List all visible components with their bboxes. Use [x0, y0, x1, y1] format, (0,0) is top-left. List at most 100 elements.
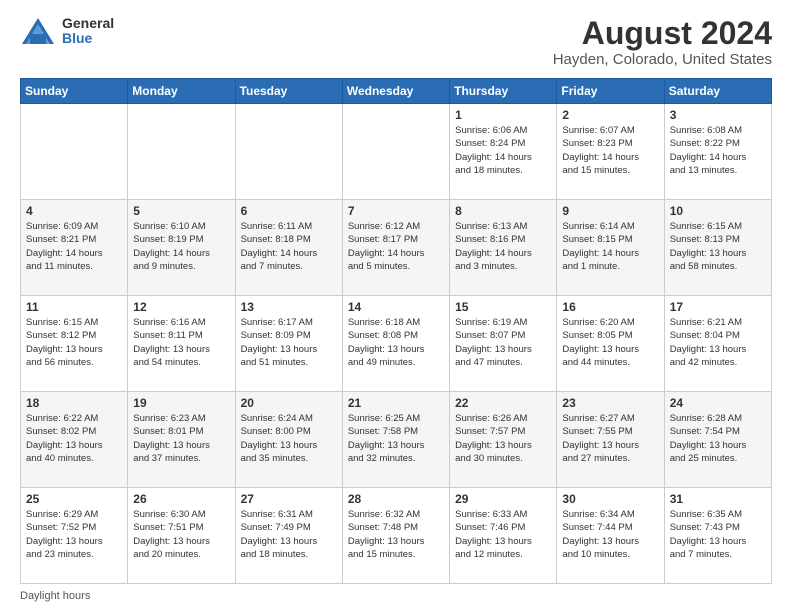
day-number: 5 [133, 204, 229, 218]
day-number: 18 [26, 396, 122, 410]
day-info: Sunrise: 6:15 AM Sunset: 8:12 PM Dayligh… [26, 316, 122, 369]
calendar-header-row: SundayMondayTuesdayWednesdayThursdayFrid… [21, 79, 772, 104]
day-info: Sunrise: 6:08 AM Sunset: 8:22 PM Dayligh… [670, 124, 766, 177]
calendar-cell: 8 Sunrise: 6:13 AM Sunset: 8:16 PM Daylig… [450, 200, 557, 296]
day-number: 11 [26, 300, 122, 314]
day-number: 21 [348, 396, 444, 410]
calendar-header-tuesday: Tuesday [235, 79, 342, 104]
calendar-header-thursday: Thursday [450, 79, 557, 104]
calendar-cell: 4 Sunrise: 6:09 AM Sunset: 8:21 PM Daylig… [21, 200, 128, 296]
calendar-cell [128, 104, 235, 200]
day-info: Sunrise: 6:28 AM Sunset: 7:54 PM Dayligh… [670, 412, 766, 465]
day-info: Sunrise: 6:12 AM Sunset: 8:17 PM Dayligh… [348, 220, 444, 273]
day-number: 24 [670, 396, 766, 410]
calendar-cell: 11 Sunrise: 6:15 AM Sunset: 8:12 PM Dayli… [21, 296, 128, 392]
day-number: 26 [133, 492, 229, 506]
day-number: 8 [455, 204, 551, 218]
logo-text: General Blue [62, 16, 114, 47]
day-number: 6 [241, 204, 337, 218]
day-number: 15 [455, 300, 551, 314]
calendar-cell: 10Sunrise: 6:15 AM Sunset: 8:13 PM Dayli… [664, 200, 771, 296]
day-info: Sunrise: 6:14 AM Sunset: 8:15 PM Dayligh… [562, 220, 658, 273]
calendar-cell: 29 Sunrise: 6:33 AM Sunset: 7:46 PM Dayli… [450, 488, 557, 584]
logo-general: General [62, 16, 114, 31]
logo: General Blue [20, 16, 114, 47]
calendar-cell: 7 Sunrise: 6:12 AM Sunset: 8:17 PM Daylig… [342, 200, 449, 296]
day-info: Sunrise: 6:31 AM Sunset: 7:49 PM Dayligh… [241, 508, 337, 561]
day-info: Sunrise: 6:19 AM Sunset: 8:07 PM Dayligh… [455, 316, 551, 369]
calendar-cell [235, 104, 342, 200]
day-number: 4 [26, 204, 122, 218]
day-info: Sunrise: 6:11 AM Sunset: 8:18 PM Dayligh… [241, 220, 337, 273]
day-number: 31 [670, 492, 766, 506]
calendar-cell: 31 Sunrise: 6:35 AM Sunset: 7:43 PM Dayli… [664, 488, 771, 584]
day-info: Sunrise: 6:07 AM Sunset: 8:23 PM Dayligh… [562, 124, 658, 177]
day-info: Sunrise: 6:34 AM Sunset: 7:44 PM Dayligh… [562, 508, 658, 561]
header: General Blue August 2024 Hayden, Colorad… [20, 16, 772, 68]
day-info: Sunrise: 6:26 AM Sunset: 7:57 PM Dayligh… [455, 412, 551, 465]
day-number: 16 [562, 300, 658, 314]
day-number: 2 [562, 108, 658, 122]
day-number: 27 [241, 492, 337, 506]
day-number: 3 [670, 108, 766, 122]
calendar-cell: 17 Sunrise: 6:21 AM Sunset: 8:04 PM Dayli… [664, 296, 771, 392]
day-info: Sunrise: 6:27 AM Sunset: 7:55 PM Dayligh… [562, 412, 658, 465]
day-info: Sunrise: 6:06 AM Sunset: 8:24 PM Dayligh… [455, 124, 551, 177]
calendar-cell: 21 Sunrise: 6:25 AM Sunset: 7:58 PM Dayli… [342, 392, 449, 488]
calendar-cell: 9 Sunrise: 6:14 AM Sunset: 8:15 PM Daylig… [557, 200, 664, 296]
calendar-cell: 12Sunrise: 6:16 AM Sunset: 8:11 PM Dayli… [128, 296, 235, 392]
calendar-cell: 28Sunrise: 6:32 AM Sunset: 7:48 PM Dayli… [342, 488, 449, 584]
day-info: Sunrise: 6:21 AM Sunset: 8:04 PM Dayligh… [670, 316, 766, 369]
calendar-week-2: 4 Sunrise: 6:09 AM Sunset: 8:21 PM Daylig… [21, 200, 772, 296]
day-number: 28 [348, 492, 444, 506]
day-number: 29 [455, 492, 551, 506]
day-number: 7 [348, 204, 444, 218]
calendar-cell: 14 Sunrise: 6:18 AM Sunset: 8:08 PM Dayli… [342, 296, 449, 392]
calendar-week-1: 1 Sunrise: 6:06 AM Sunset: 8:24 PM Daylig… [21, 104, 772, 200]
calendar-header-wednesday: Wednesday [342, 79, 449, 104]
calendar-cell: 24 Sunrise: 6:28 AM Sunset: 7:54 PM Dayli… [664, 392, 771, 488]
logo-icon [20, 16, 56, 46]
calendar-cell: 3 Sunrise: 6:08 AM Sunset: 8:22 PM Daylig… [664, 104, 771, 200]
day-info: Sunrise: 6:17 AM Sunset: 8:09 PM Dayligh… [241, 316, 337, 369]
calendar-cell: 30Sunrise: 6:34 AM Sunset: 7:44 PM Dayli… [557, 488, 664, 584]
day-number: 17 [670, 300, 766, 314]
calendar-cell: 27 Sunrise: 6:31 AM Sunset: 7:49 PM Dayli… [235, 488, 342, 584]
calendar-cell [342, 104, 449, 200]
day-info: Sunrise: 6:33 AM Sunset: 7:46 PM Dayligh… [455, 508, 551, 561]
day-number: 20 [241, 396, 337, 410]
day-info: Sunrise: 6:29 AM Sunset: 7:52 PM Dayligh… [26, 508, 122, 561]
calendar-cell: 25 Sunrise: 6:29 AM Sunset: 7:52 PM Dayli… [21, 488, 128, 584]
day-number: 12 [133, 300, 229, 314]
footer: Daylight hours [20, 590, 772, 602]
calendar-cell: 13Sunrise: 6:17 AM Sunset: 8:09 PM Dayli… [235, 296, 342, 392]
logo-blue: Blue [62, 31, 114, 46]
calendar-cell: 23Sunrise: 6:27 AM Sunset: 7:55 PM Dayli… [557, 392, 664, 488]
calendar-cell [21, 104, 128, 200]
calendar-header-monday: Monday [128, 79, 235, 104]
day-number: 19 [133, 396, 229, 410]
day-number: 10 [670, 204, 766, 218]
day-number: 25 [26, 492, 122, 506]
page: General Blue August 2024 Hayden, Colorad… [0, 0, 792, 612]
day-info: Sunrise: 6:13 AM Sunset: 8:16 PM Dayligh… [455, 220, 551, 273]
calendar-cell: 16Sunrise: 6:20 AM Sunset: 8:05 PM Dayli… [557, 296, 664, 392]
calendar-table: SundayMondayTuesdayWednesdayThursdayFrid… [20, 78, 772, 584]
day-number: 1 [455, 108, 551, 122]
day-info: Sunrise: 6:18 AM Sunset: 8:08 PM Dayligh… [348, 316, 444, 369]
day-info: Sunrise: 6:35 AM Sunset: 7:43 PM Dayligh… [670, 508, 766, 561]
day-info: Sunrise: 6:23 AM Sunset: 8:01 PM Dayligh… [133, 412, 229, 465]
calendar-cell: 19 Sunrise: 6:23 AM Sunset: 8:01 PM Dayli… [128, 392, 235, 488]
calendar-week-5: 25 Sunrise: 6:29 AM Sunset: 7:52 PM Dayli… [21, 488, 772, 584]
calendar-cell: 5Sunrise: 6:10 AM Sunset: 8:19 PM Daylig… [128, 200, 235, 296]
calendar-cell: 1 Sunrise: 6:06 AM Sunset: 8:24 PM Daylig… [450, 104, 557, 200]
calendar-header-saturday: Saturday [664, 79, 771, 104]
calendar-cell: 18Sunrise: 6:22 AM Sunset: 8:02 PM Dayli… [21, 392, 128, 488]
day-info: Sunrise: 6:09 AM Sunset: 8:21 PM Dayligh… [26, 220, 122, 273]
day-number: 9 [562, 204, 658, 218]
day-number: 14 [348, 300, 444, 314]
day-info: Sunrise: 6:25 AM Sunset: 7:58 PM Dayligh… [348, 412, 444, 465]
day-info: Sunrise: 6:30 AM Sunset: 7:51 PM Dayligh… [133, 508, 229, 561]
calendar-cell: 6 Sunrise: 6:11 AM Sunset: 8:18 PM Daylig… [235, 200, 342, 296]
calendar-cell: 26 Sunrise: 6:30 AM Sunset: 7:51 PM Dayli… [128, 488, 235, 584]
